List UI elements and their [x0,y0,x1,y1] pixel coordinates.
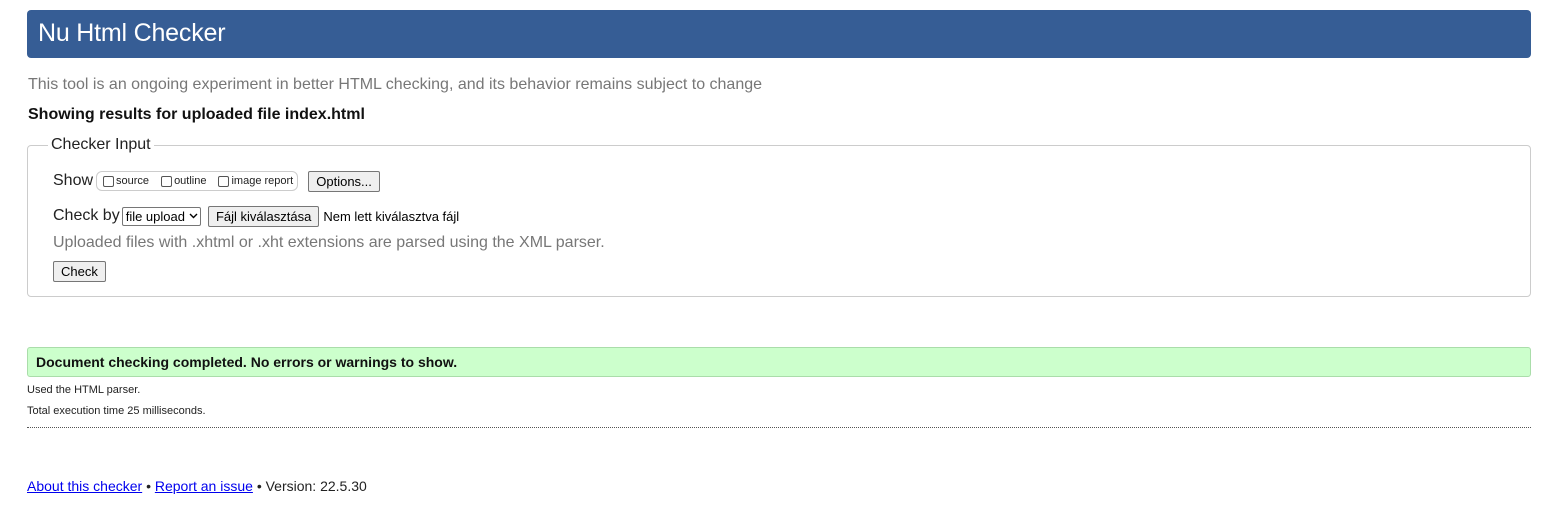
footer-separator: • [146,478,151,494]
success-message-box: Document checking completed. No errors o… [27,347,1531,377]
outline-checkbox[interactable] [161,175,173,187]
file-status-text: Nem lett kiválasztva fájl [323,208,460,224]
header-bar: Nu Html Checker [27,10,1531,58]
about-checker-link[interactable]: About this checker [27,478,142,494]
checker-input-legend: Checker Input [48,135,154,155]
parser-info: Used the HTML parser. [27,384,141,396]
options-button[interactable]: Options... [308,170,380,192]
dotted-divider [27,427,1531,428]
choose-file-button[interactable]: Fájl kiválasztása [207,205,320,227]
checker-input-fieldset: Checker Input Show source outline image … [27,135,1531,297]
results-heading: Showing results for uploaded file index.… [28,106,365,123]
image-report-checkbox[interactable] [218,175,230,187]
show-options-group: source outline image report [96,171,299,191]
success-message: Document checking completed. No errors o… [36,354,458,370]
intro-text: This tool is an ongoing experiment in be… [28,76,763,93]
version-text: Version: 22.5.30 [265,478,367,494]
execution-time: Total execution time 25 milliseconds. [27,405,206,417]
source-checkbox[interactable] [103,175,115,187]
chevron-down-icon [189,212,198,221]
outline-checkbox-label[interactable]: outline [174,175,206,187]
report-issue-link[interactable]: Report an issue [155,478,253,494]
page-title: Nu Html Checker [38,19,226,47]
footer: About this checker • Report an issue • V… [27,477,367,495]
footer-separator: • [256,478,262,494]
check-button[interactable]: Check [53,261,106,282]
check-by-label: Check by [53,207,120,224]
source-checkbox-label[interactable]: source [116,175,149,187]
xml-parser-note: Uploaded files with .xhtml or .xht exten… [53,234,605,251]
check-by-row: Check by file upload Fájl kiválasztása N… [53,205,459,227]
check-by-select[interactable]: file upload [121,206,201,226]
check-by-selected-value: file upload [125,208,185,224]
show-row: Show source outline image report Options… [53,170,380,192]
show-label: Show [53,172,94,189]
image-report-checkbox-label[interactable]: image report [231,175,293,187]
